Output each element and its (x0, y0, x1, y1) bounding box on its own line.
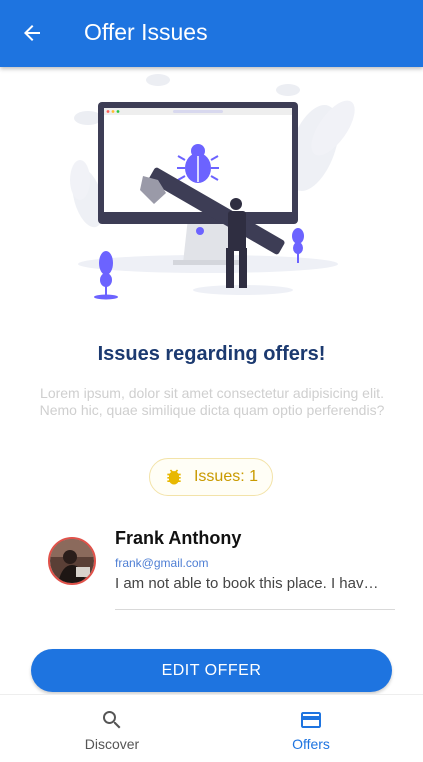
page-title: Offer Issues (84, 19, 208, 45)
issues-count-label: Issues: 1 (193, 468, 259, 485)
description: Lorem ipsum, dolor sit amet consectetur … (39, 385, 385, 418)
nav-label-discover: Discover (84, 736, 140, 752)
bug-fixing-illustration (70, 74, 355, 300)
search-icon (103, 711, 121, 729)
nav-item-offers[interactable]: Offers (236, 695, 386, 762)
issue-author-name: Frank Anthony (115, 528, 242, 548)
divider (115, 609, 395, 610)
bottom-navigation: Discover Offers (0, 694, 423, 762)
nav-label-offers: Offers (292, 736, 330, 752)
issue-message: I am not able to book this place. I have… (115, 575, 385, 592)
avatar-photo (50, 539, 94, 583)
issues-count-chip[interactable]: Issues: 1 (149, 458, 273, 496)
avatar (48, 537, 96, 585)
issue-author-email: frank@gmail.com (115, 556, 209, 570)
card-icon (301, 712, 321, 728)
app-bar: Offer Issues (0, 0, 423, 67)
headline: Issues regarding offers! (97, 343, 326, 365)
bug-icon (167, 469, 181, 485)
edit-offer-button[interactable]: EDIT OFFER (31, 649, 392, 692)
arrow-left-icon[interactable] (20, 21, 44, 45)
nav-item-discover[interactable]: Discover (37, 695, 187, 762)
